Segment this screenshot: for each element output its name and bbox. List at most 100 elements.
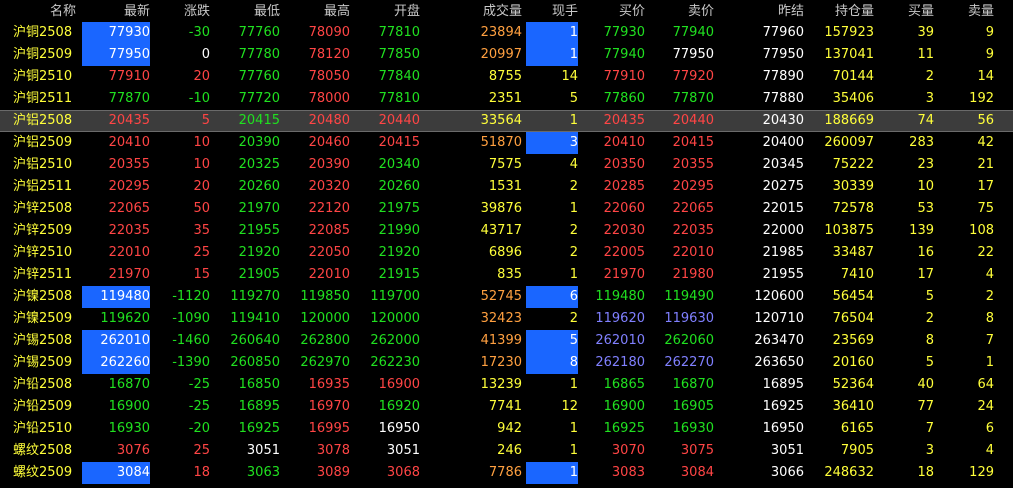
cell-cur: 5 xyxy=(526,330,578,352)
cell-chg: 20 xyxy=(193,69,210,84)
cell-chg: 10 xyxy=(193,135,210,150)
table-row[interactable]: 沪锌2509 22035 35 21955 22085 21990 43717 2 22030 2… xyxy=(0,220,1013,242)
table-row[interactable]: 沪镍2508 119480 -1120 119270 119850 119700 52745… xyxy=(0,286,1013,308)
cell-ask: 20295 xyxy=(672,179,714,194)
column-header-askv[interactable]: 卖量 xyxy=(924,0,994,24)
cell-low: 260850 xyxy=(230,355,280,370)
cell-askv: 22 xyxy=(977,245,994,260)
cell-bid: 20435 xyxy=(603,113,645,128)
cell-chg: 20 xyxy=(193,179,210,194)
cell-ask: 16870 xyxy=(672,377,714,392)
cell-high: 3089 xyxy=(316,465,350,480)
column-header-low[interactable]: 最低 xyxy=(210,0,280,24)
cell-prev: 263650 xyxy=(754,355,804,370)
cell-prev: 22000 xyxy=(762,223,804,238)
cell-high: 120000 xyxy=(300,311,350,326)
cell-chg: 15 xyxy=(193,267,210,282)
table-row[interactable]: 沪铅2508 16870 -25 16850 16935 16900 13239 1 16865… xyxy=(0,374,1013,396)
column-header-chg[interactable]: 涨跌 xyxy=(140,0,210,24)
cell-ask: 22065 xyxy=(672,201,714,216)
table-row[interactable]: 沪铝2510 20355 10 20325 20390 20340 7575 4 20350 20… xyxy=(0,154,1013,176)
cell-low: 77760 xyxy=(238,69,280,84)
table-row[interactable]: 沪铅2509 16900 -25 16895 16970 16920 7741 12 16900… xyxy=(0,396,1013,418)
column-header-prev[interactable]: 昨结 xyxy=(734,0,804,24)
column-header-high[interactable]: 最高 xyxy=(280,0,350,24)
cell-name: 螺纹2508 xyxy=(13,443,73,458)
cell-low: 16925 xyxy=(238,421,280,436)
cell-low: 3063 xyxy=(246,465,280,480)
table-row[interactable]: 沪镍2509 119620 -1090 119410 120000 120000 32423… xyxy=(0,308,1013,330)
cell-open: 16900 xyxy=(378,377,420,392)
cell-vol: 39876 xyxy=(480,201,522,216)
cell-chg: 25 xyxy=(193,443,210,458)
table-row[interactable]: 沪铅2510 16930 -20 16925 16995 16950 942 1 16925 16… xyxy=(0,418,1013,440)
cell-high: 16970 xyxy=(308,399,350,414)
cell-prev: 77960 xyxy=(762,25,804,40)
cell-high: 78000 xyxy=(308,91,350,106)
cell-bid: 22060 xyxy=(603,201,645,216)
table-row[interactable]: 沪铜2509 77950 0 77780 78120 77850 20997 1 77940 77… xyxy=(0,44,1013,66)
cell-high: 22050 xyxy=(308,245,350,260)
column-header-cur[interactable]: 现手 xyxy=(526,0,578,24)
column-header-open[interactable]: 开盘 xyxy=(350,0,420,24)
table-row[interactable]: 沪铜2511 77870 -10 77720 78000 77810 2351 5 77860 7… xyxy=(0,88,1013,110)
cell-ask: 119630 xyxy=(664,311,714,326)
cell-bid: 3083 xyxy=(611,465,645,480)
cell-open: 16950 xyxy=(378,421,420,436)
cell-cur: 8 xyxy=(526,352,578,374)
cell-name: 沪铜2510 xyxy=(13,69,73,84)
cell-open: 20340 xyxy=(378,157,420,172)
table-row[interactable]: 沪铝2511 20295 20 20260 20320 20260 1531 2 20285 20… xyxy=(0,176,1013,198)
table-row[interactable]: 沪铜2510 77910 20 77760 78050 77840 8755 14 77910 7… xyxy=(0,66,1013,88)
table-row[interactable]: 沪锡2509 262260 -1390 260850 262970 262230 17230… xyxy=(0,352,1013,374)
cell-open: 20415 xyxy=(378,135,420,150)
column-header-vol[interactable]: 成交量 xyxy=(452,0,522,24)
cell-vol: 33564 xyxy=(480,113,522,128)
column-header-ask[interactable]: 卖价 xyxy=(644,0,714,24)
cell-vol: 7786 xyxy=(488,465,522,480)
table-row[interactable]: 沪铜2508 77930 -30 77760 78090 77810 23894 1 77930… xyxy=(0,22,1013,44)
cell-vol: 246 xyxy=(497,443,522,458)
cell-vol: 13239 xyxy=(480,377,522,392)
cell-cur: 3 xyxy=(526,132,578,154)
cell-name: 沪锡2509 xyxy=(13,355,73,370)
cell-high: 20460 xyxy=(308,135,350,150)
cell-high: 3078 xyxy=(316,443,350,458)
cell-askv: 9 xyxy=(985,47,994,62)
cell-vol: 23894 xyxy=(480,25,522,40)
cell-ask: 119490 xyxy=(664,289,714,304)
table-row[interactable]: 沪铝2508 20435 5 20415 20480 20440 33564 1 20435 20… xyxy=(0,110,1013,132)
cell-name: 沪铜2508 xyxy=(13,25,73,40)
cell-ask: 3075 xyxy=(680,443,714,458)
cell-open: 262230 xyxy=(370,355,420,370)
cell-open: 120000 xyxy=(370,311,420,326)
cell-ask: 22035 xyxy=(672,223,714,238)
table-row[interactable]: 沪锡2508 262010 -1460 260640 262800 262000 41399… xyxy=(0,330,1013,352)
cell-bid: 20350 xyxy=(603,157,645,172)
cell-prev: 22015 xyxy=(762,201,804,216)
cell-high: 78120 xyxy=(308,47,350,62)
cell-low: 3051 xyxy=(246,443,280,458)
column-header-bid[interactable]: 买价 xyxy=(575,0,645,24)
table-row[interactable]: 沪锌2508 22065 50 21970 22120 21975 39876 1 22060 2… xyxy=(0,198,1013,220)
cell-bid: 21970 xyxy=(603,267,645,282)
cell-low: 77720 xyxy=(238,91,280,106)
cell-chg: 25 xyxy=(193,245,210,260)
table-row[interactable]: 沪锌2510 22010 25 21920 22050 21920 6896 2 22005 22… xyxy=(0,242,1013,264)
cell-open: 3051 xyxy=(386,443,420,458)
cell-askv: 75 xyxy=(977,201,994,216)
cell-bid: 77860 xyxy=(603,91,645,106)
cell-open: 16920 xyxy=(378,399,420,414)
table-row[interactable]: 螺纹2509 3084 18 3063 3089 3068 7786 1 3083 3084 306… xyxy=(0,462,1013,484)
cell-name: 沪铜2511 xyxy=(13,91,73,106)
cell-cur: 6 xyxy=(526,286,578,308)
cell-askv: 17 xyxy=(977,179,994,194)
cell-ask: 77950 xyxy=(672,47,714,62)
cell-vol: 7741 xyxy=(488,399,522,414)
cell-prev: 21955 xyxy=(762,267,804,282)
cell-ask: 3084 xyxy=(680,465,714,480)
table-row[interactable]: 沪锌2511 21970 15 21905 22010 21915 835 1 21970 219… xyxy=(0,264,1013,286)
cell-cur: 1 xyxy=(569,267,578,282)
table-row[interactable]: 沪铝2509 20410 10 20390 20460 20415 51870 3 20410 2… xyxy=(0,132,1013,154)
table-row[interactable]: 螺纹2508 3076 25 3051 3078 3051 246 1 3070 3075 3051… xyxy=(0,440,1013,462)
